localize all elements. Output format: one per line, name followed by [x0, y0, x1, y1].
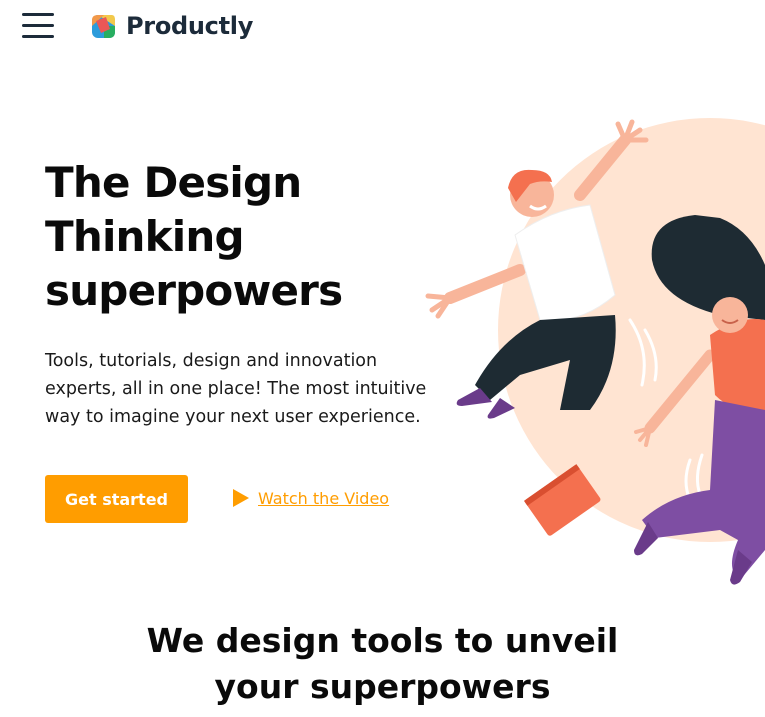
hero-title-line: The Design: [45, 158, 302, 207]
hero-description-line: experts, all in one place! The most intu…: [45, 379, 427, 399]
brand-logo[interactable]: Productly: [90, 12, 253, 40]
hero-description-line: way to imagine your next user experience…: [45, 407, 421, 427]
productly-logo-icon: [92, 15, 115, 38]
hero-description: Tools, tutorials, design and innovation …: [45, 347, 445, 431]
hero-illustration: [425, 118, 765, 585]
watch-video-link[interactable]: Watch the Video: [232, 488, 389, 508]
hamburger-menu-icon[interactable]: [22, 13, 54, 39]
hero-title-line: superpowers: [45, 266, 343, 315]
play-icon: [233, 489, 249, 507]
watch-video-label: Watch the Video: [258, 488, 390, 508]
section-title: We design tools to unveil your superpowe…: [0, 618, 765, 710]
section-title-line: We design tools to unveil: [146, 621, 619, 660]
hero-description-line: Tools, tutorials, design and innovation: [45, 351, 378, 371]
hero-title: The Design Thinking superpowers: [45, 156, 425, 318]
section-title-line: your superpowers: [214, 667, 551, 706]
get-started-button[interactable]: Get started: [45, 475, 188, 523]
hero-title-line: Thinking: [45, 212, 245, 261]
site-header: Productly: [0, 0, 765, 70]
brand-name: Productly: [126, 12, 254, 40]
